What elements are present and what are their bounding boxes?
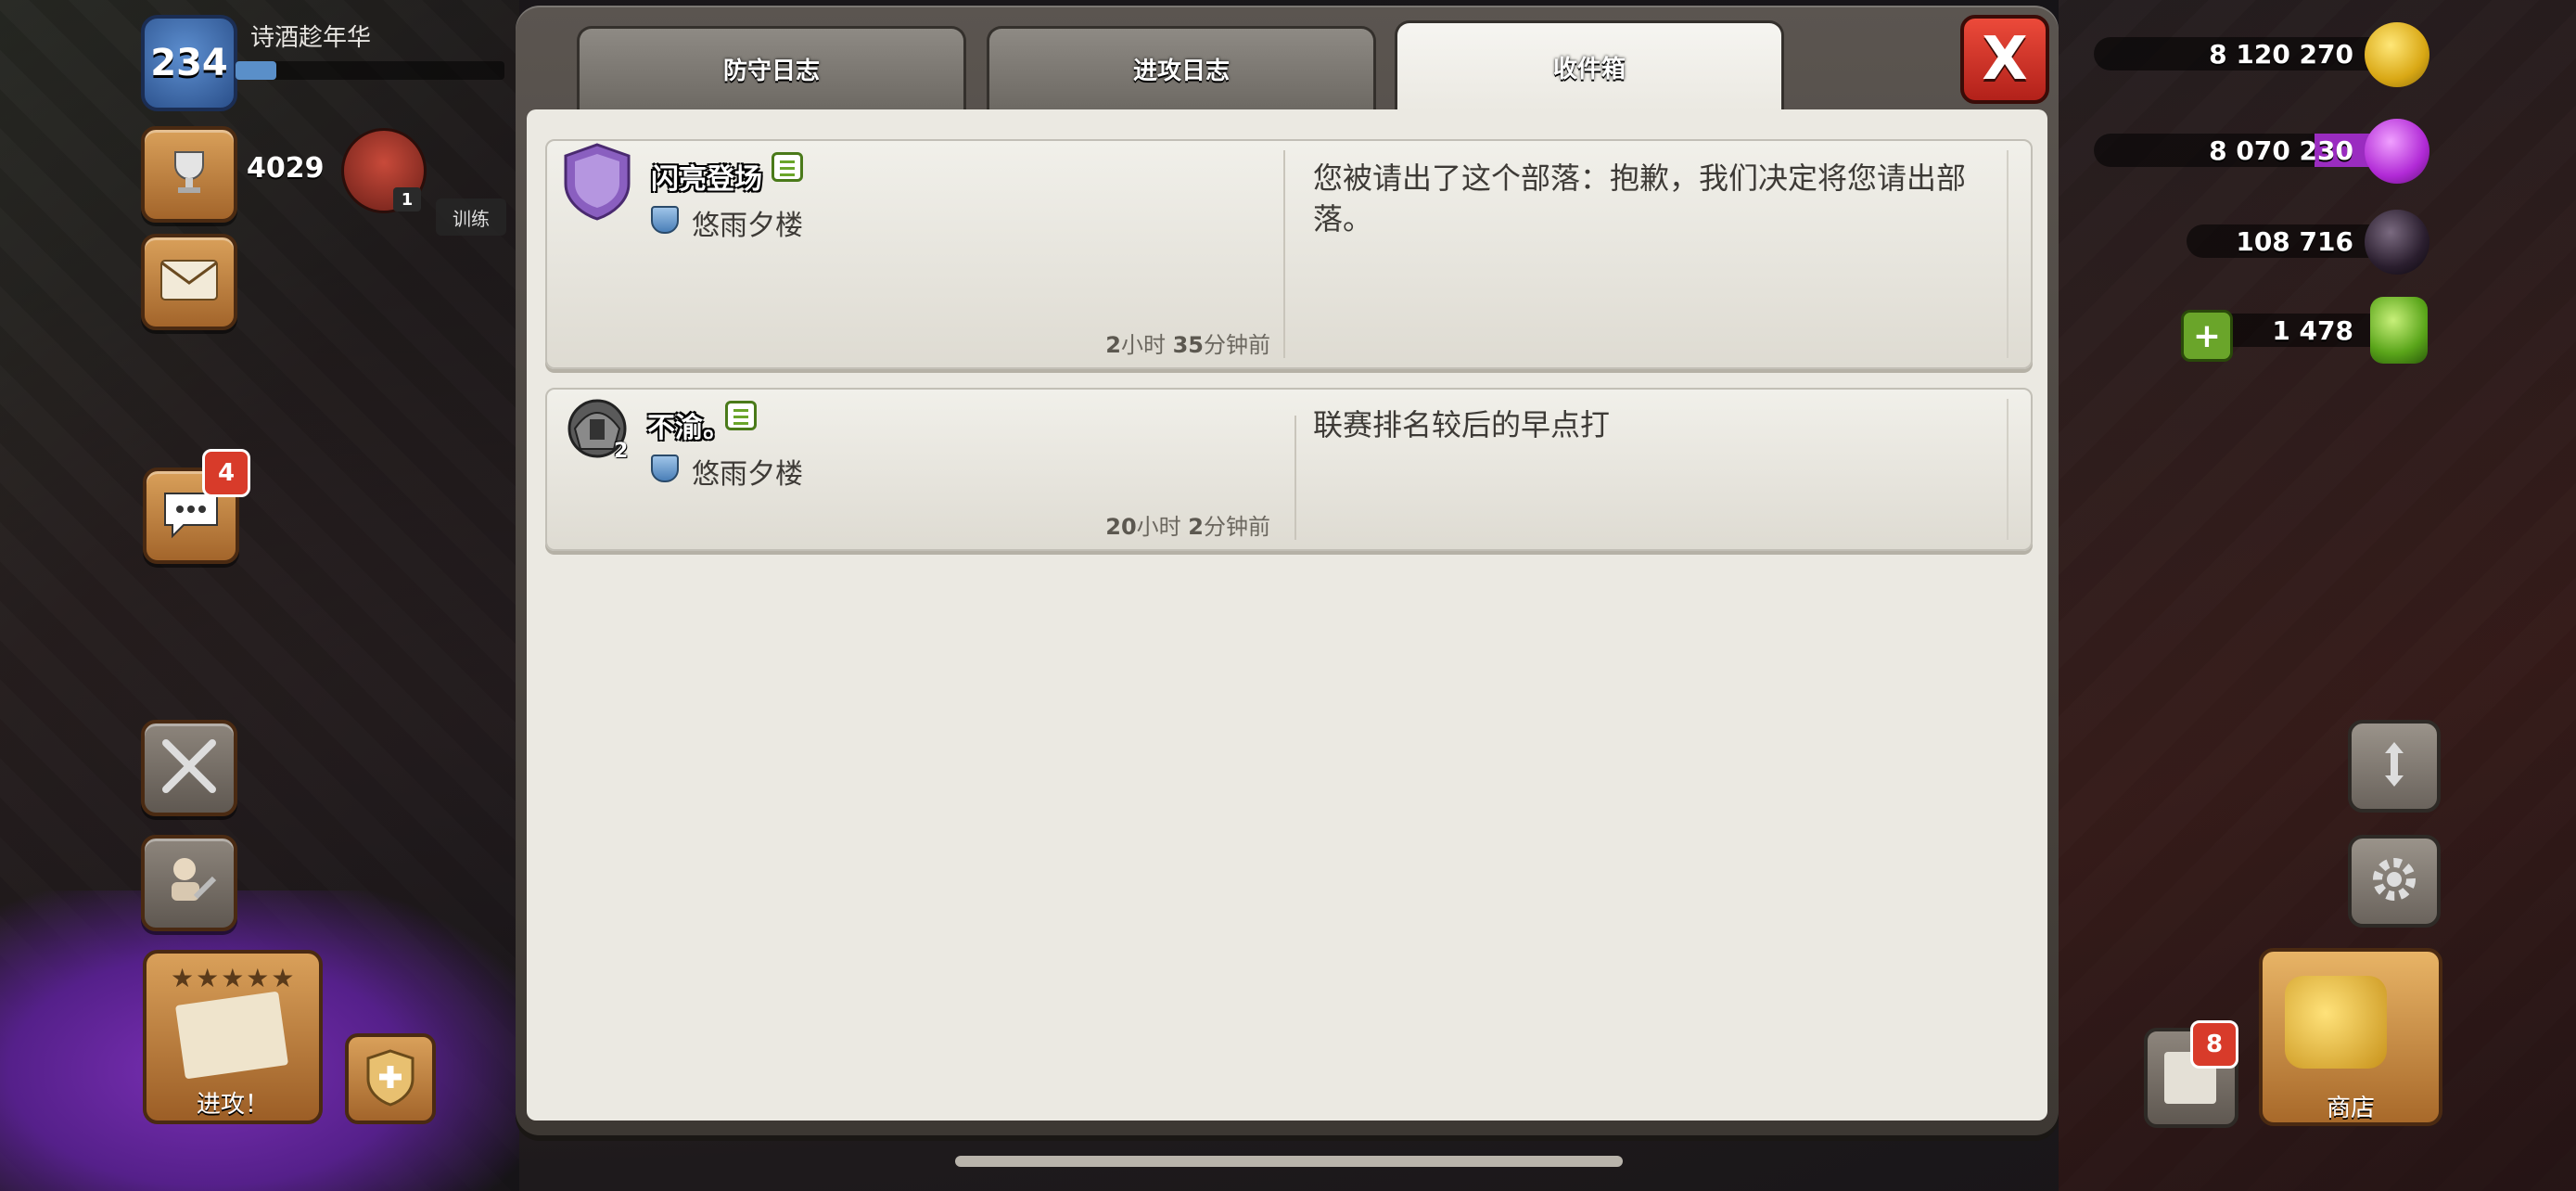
tab-defense-log[interactable]: 防守日志: [577, 26, 966, 109]
builder-base-button[interactable]: [141, 835, 237, 931]
shop-label: 商店: [2326, 1095, 2375, 1122]
league-shield-icon: [564, 143, 631, 221]
message-time: 2小时 35分钟前: [1105, 332, 1270, 358]
train-button[interactable]: 训练: [436, 198, 506, 236]
trophy-count: 4029: [247, 152, 325, 185]
league-rank: 1: [393, 187, 421, 211]
trophy-button[interactable]: [141, 126, 237, 223]
experience-level: 234: [150, 42, 228, 84]
sender-name: 闪亮登场: [651, 163, 762, 196]
player-name: 诗酒趁年华: [250, 24, 372, 52]
xp-bar: [236, 61, 504, 80]
helmet-league-number: 2: [614, 440, 629, 463]
note-icon: [725, 401, 757, 430]
message-text: 联赛排名较后的早点打: [1313, 407, 1611, 442]
message-divider-right: [2007, 399, 2009, 540]
message-time: 20小时 2分钟前: [1105, 514, 1270, 540]
news-badge: 8: [2190, 1020, 2238, 1069]
gem-icon: [2370, 297, 2428, 364]
clan-war-button[interactable]: [141, 720, 237, 816]
clan-badge-icon: [651, 455, 679, 482]
clan-name: 悠雨夕楼: [692, 458, 803, 491]
message-text: 您被请出了这个部落：抱歉，我们决定将您请出部落。: [1313, 160, 1967, 237]
elixir-icon: [2365, 119, 2429, 184]
move-arrows-icon: [2366, 736, 2422, 796]
builder-icon: [159, 851, 220, 916]
coins-hammer-icon: [2285, 976, 2387, 1069]
home-indicator: [955, 1156, 1623, 1167]
note-icon: [772, 152, 803, 182]
clan-capital-button[interactable]: [345, 1033, 436, 1124]
sender-name: 不渝。: [647, 412, 731, 444]
gear-icon: [2366, 851, 2423, 912]
mail-button[interactable]: [141, 234, 237, 330]
chat-notification-badge: 4: [202, 449, 250, 497]
message-divider: [1283, 150, 1285, 358]
gold-icon: [2365, 22, 2429, 87]
dark-elixir-icon: [2365, 210, 2429, 275]
message-divider-right: [2007, 150, 2009, 358]
tab-inbox[interactable]: 收件箱: [1395, 20, 1784, 111]
envelope-icon: [159, 259, 219, 305]
tab-inbox-label: 收件箱: [1552, 56, 1626, 83]
xp-bar-fill: [236, 61, 276, 80]
crossed-swords-icon: [159, 736, 220, 800]
shop-button[interactable]: 商店: [2259, 948, 2442, 1126]
trophy-icon: [161, 145, 217, 204]
layout-edit-button[interactable]: [2348, 720, 2441, 813]
attack-button[interactable]: ★★★★★ 进攻！: [143, 950, 323, 1124]
gold-amount: 8 120 270: [2094, 37, 2409, 70]
map-icon: [174, 991, 289, 1080]
settings-button[interactable]: [2348, 835, 2441, 928]
buy-gems-button[interactable]: +: [2181, 310, 2233, 362]
elixir-amount: 8 070 230: [2094, 134, 2409, 167]
clan-badge-icon: [651, 206, 679, 234]
close-button[interactable]: X: [1960, 15, 2049, 104]
shield-plus-icon: [363, 1047, 418, 1110]
tab-attack-log[interactable]: 进攻日志: [987, 26, 1376, 109]
clan-name: 悠雨夕楼: [692, 210, 803, 242]
attack-label: 进攻！: [196, 1091, 269, 1119]
star-icons: ★★★★★: [171, 963, 297, 993]
experience-level-badge[interactable]: 234: [141, 15, 237, 111]
message-divider: [1294, 416, 1296, 540]
